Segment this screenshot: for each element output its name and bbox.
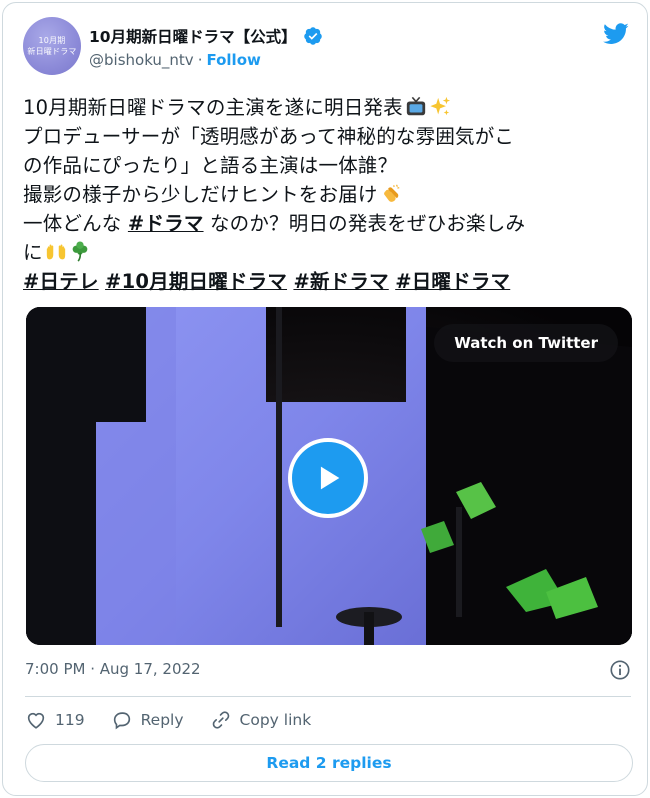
read-replies-button[interactable]: Read 2 replies xyxy=(25,744,633,782)
hashtag-link-3[interactable]: #新ドラマ xyxy=(293,270,388,293)
hashtag-link-4[interactable]: #日曜ドラマ xyxy=(395,270,510,293)
hashtag-row: #日テレ #10月期日曜ドラマ #新ドラマ #日曜ドラマ xyxy=(23,267,633,296)
hashtag-drama-link[interactable]: #ドラマ xyxy=(128,212,204,235)
info-icon[interactable] xyxy=(609,659,631,681)
tweet-line-5-post: なのか？明日の発表をぜひお楽しみ xyxy=(203,212,526,235)
heart-icon xyxy=(27,712,45,729)
handle[interactable]: @bishoku_ntv xyxy=(89,51,194,69)
tweet-header: 10月期 新日曜ドラマ 10月期新日曜ドラマ【公式】 @bishoku_ntv … xyxy=(23,17,633,79)
open-hands-emoji-icon xyxy=(46,244,65,260)
shamrock-emoji-icon xyxy=(72,241,88,262)
hashtag-link-1[interactable]: #日テレ xyxy=(23,270,99,293)
handle-separator: · xyxy=(197,51,203,69)
like-count: 119 xyxy=(55,711,85,729)
play-button[interactable] xyxy=(288,438,368,518)
tweet-card: 10月期 新日曜ドラマ 10月期新日曜ドラマ【公式】 @bishoku_ntv … xyxy=(2,2,648,796)
clapping-hands-emoji-icon xyxy=(383,184,400,202)
sparkles-emoji-icon xyxy=(430,96,450,116)
avatar[interactable]: 10月期 新日曜ドラマ xyxy=(23,17,81,75)
tweet-line-1: 10月期新日曜ドラマの主演を遂に明日発表 xyxy=(23,93,633,122)
timestamp-link[interactable]: 7:00 PM · Aug 17, 2022 xyxy=(25,660,201,678)
link-icon xyxy=(212,711,229,729)
tweet-line-3: の作品にぴったり」と語る主演は一体誰？ xyxy=(23,154,398,177)
tweet-line-4-text: 撮影の様子から少しだけヒントをお届け xyxy=(23,183,378,206)
copy-link-button[interactable]: Copy link xyxy=(210,709,312,731)
tweet-line-2: プロデューサーが「透明感があって神秘的な雰囲気がこ xyxy=(23,125,515,148)
avatar-text-line1: 10月期 xyxy=(38,36,66,45)
tweet-line-1-text: 10月期新日曜ドラマの主演を遂に明日発表 xyxy=(23,96,403,119)
tweet-line-5-pre: 一体どんな xyxy=(23,212,128,235)
verified-badge-icon xyxy=(303,27,322,45)
tweet-line-6: に xyxy=(23,238,633,267)
like-button[interactable]: 119 xyxy=(25,709,85,731)
avatar-text-line2: 新日曜ドラマ xyxy=(27,47,77,56)
video-player[interactable]: Watch on Twitter xyxy=(26,307,632,645)
tv-emoji-icon xyxy=(406,96,425,116)
follow-button[interactable]: Follow xyxy=(206,51,260,69)
timestamp-row: 7:00 PM · Aug 17, 2022 xyxy=(25,659,633,683)
divider xyxy=(25,696,631,697)
tweet-line-6-text: に xyxy=(23,241,43,264)
hashtag-link-2[interactable]: #10月期日曜ドラマ xyxy=(105,270,287,293)
reply-icon xyxy=(113,712,130,730)
tweet-line-5: 一体どんな #ドラマ なのか？明日の発表をぜひお楽しみ xyxy=(23,209,633,238)
copy-link-label: Copy link xyxy=(239,711,312,729)
tweet-body: 10月期新日曜ドラマの主演を遂に明日発表 プロデューサーが「透明感があって神秘的… xyxy=(23,93,633,296)
twitter-bird-icon[interactable] xyxy=(603,23,629,45)
name-row: 10月期新日曜ドラマ【公式】 xyxy=(89,25,323,47)
play-icon xyxy=(320,466,340,490)
action-bar: 119 Reply Copy link xyxy=(25,707,337,733)
display-name[interactable]: 10月期新日曜ドラマ【公式】 xyxy=(89,25,297,47)
reply-label: Reply xyxy=(140,711,184,729)
reply-button[interactable]: Reply xyxy=(111,709,184,731)
watch-on-twitter-button[interactable]: Watch on Twitter xyxy=(434,324,618,362)
tweet-line-4: 撮影の様子から少しだけヒントをお届け xyxy=(23,180,633,209)
handle-row: @bishoku_ntv · Follow xyxy=(89,51,261,69)
